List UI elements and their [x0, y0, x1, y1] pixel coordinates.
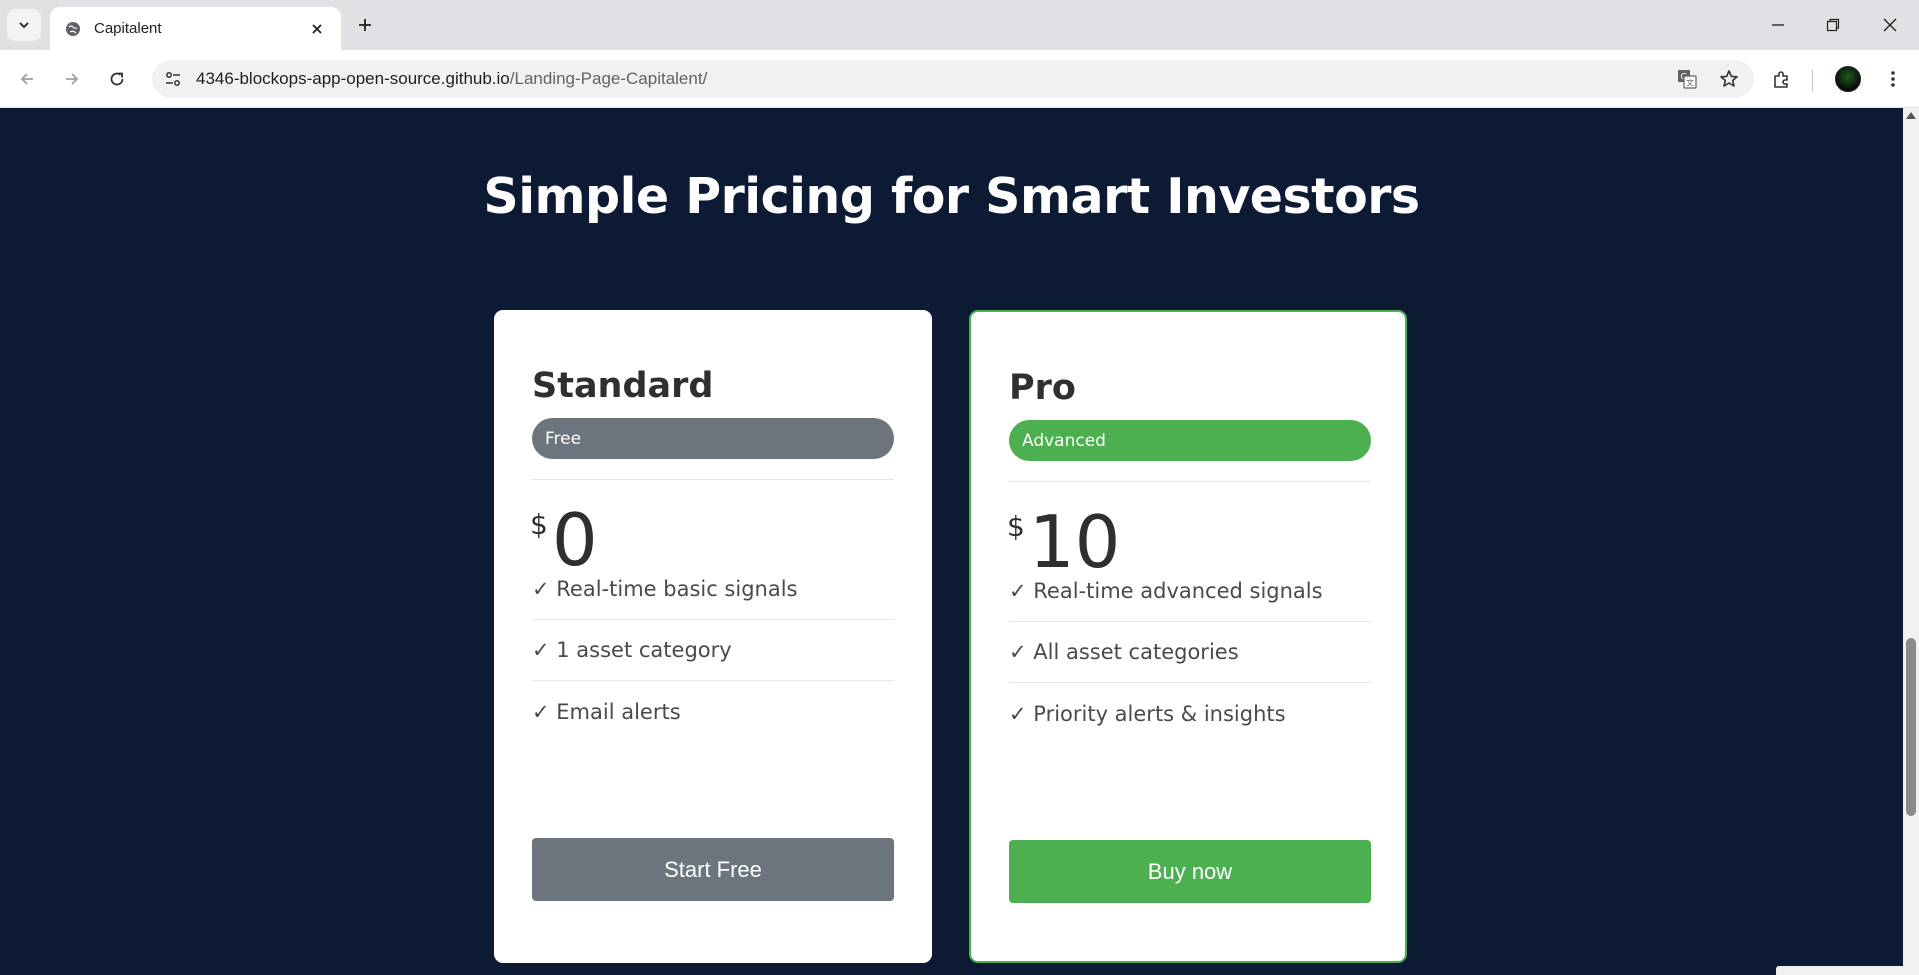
kebab-menu-icon [1891, 71, 1895, 87]
list-item: ✓ 1 asset category [532, 620, 894, 681]
tab-search-button[interactable] [7, 9, 41, 41]
toolbar-divider [1812, 70, 1813, 92]
translate-icon[interactable]: G文 [1670, 62, 1704, 96]
list-item: ✓ Real-time basic signals [532, 559, 894, 620]
buy-now-button[interactable]: Buy now [1009, 840, 1371, 903]
currency-symbol: $ [530, 508, 548, 541]
new-tab-button[interactable] [353, 13, 377, 37]
divider [1009, 481, 1371, 482]
currency-symbol: $ [1007, 510, 1025, 543]
browser-tab-strip: Capitalent [0, 0, 1919, 50]
scroll-up-arrow-icon[interactable] [1906, 112, 1916, 119]
list-item: ✓ All asset categories [1009, 622, 1371, 683]
back-button[interactable] [10, 62, 44, 96]
page-scrollbar[interactable] [1903, 108, 1919, 975]
window-close-icon [1883, 18, 1897, 32]
close-icon[interactable] [307, 19, 327, 39]
plan-badge: Free [532, 418, 894, 459]
profile-button[interactable] [1831, 62, 1865, 96]
extensions-button[interactable] [1765, 62, 1799, 96]
horizontal-scroll-stub [1776, 966, 1903, 975]
forward-icon [66, 73, 79, 85]
feature-list: ✓ Real-time advanced signals ✓ All asset… [1009, 561, 1371, 744]
back-icon [20, 73, 33, 85]
plan-badge: Advanced [1009, 420, 1371, 461]
scrollbar-thumb[interactable] [1906, 638, 1916, 816]
plan-name: Standard [532, 366, 714, 406]
tab-title: Capitalent [94, 20, 162, 37]
reload-icon [110, 72, 124, 86]
url-path: /Landing-Page-Capitalent/ [509, 69, 708, 88]
minimize-button[interactable] [1760, 10, 1796, 40]
active-tab[interactable]: Capitalent [50, 7, 341, 50]
browser-toolbar: 4346-blockops-app-open-source.github.io/… [0, 50, 1919, 108]
address-bar[interactable]: 4346-blockops-app-open-source.github.io/… [152, 60, 1754, 98]
reload-button[interactable] [100, 62, 134, 96]
plan-name: Pro [1009, 368, 1076, 408]
divider [532, 479, 894, 480]
start-free-button[interactable]: Start Free [532, 838, 894, 901]
bookmark-star-icon[interactable] [1712, 62, 1746, 96]
list-item: ✓ Real-time advanced signals [1009, 561, 1371, 622]
restore-button[interactable] [1815, 10, 1851, 40]
globe-icon [64, 20, 82, 38]
page-title: Simple Pricing for Smart Investors [483, 168, 1420, 225]
minimize-icon [1772, 24, 1784, 26]
pricing-card-standard: Standard Free $ 0 ✓ Real-time basic sign… [494, 310, 932, 963]
list-item: ✓ Priority alerts & insights [1009, 701, 1286, 726]
restore-icon [1826, 18, 1840, 32]
svg-text:文: 文 [1686, 78, 1694, 88]
list-item: ✓ Email alerts [532, 699, 681, 724]
url-text[interactable]: 4346-blockops-app-open-source.github.io/… [196, 69, 1670, 89]
pricing-section: Simple Pricing for Smart Investors Stand… [0, 108, 1903, 975]
forward-button[interactable] [55, 62, 89, 96]
window-close-button[interactable] [1872, 10, 1908, 40]
feature-list: ✓ Real-time basic signals ✓ 1 asset cate… [532, 559, 894, 742]
extensions-icon [1774, 71, 1788, 88]
url-host: 4346-blockops-app-open-source.github.io [196, 69, 510, 88]
plus-icon [359, 19, 371, 31]
pricing-card-pro: Pro Advanced $ 10 ✓ Real-time advanced s… [969, 310, 1407, 963]
site-info-icon[interactable] [156, 62, 190, 96]
tab-search-icon [19, 22, 29, 29]
browser-menu-button[interactable] [1876, 62, 1910, 96]
avatar [1835, 66, 1861, 92]
